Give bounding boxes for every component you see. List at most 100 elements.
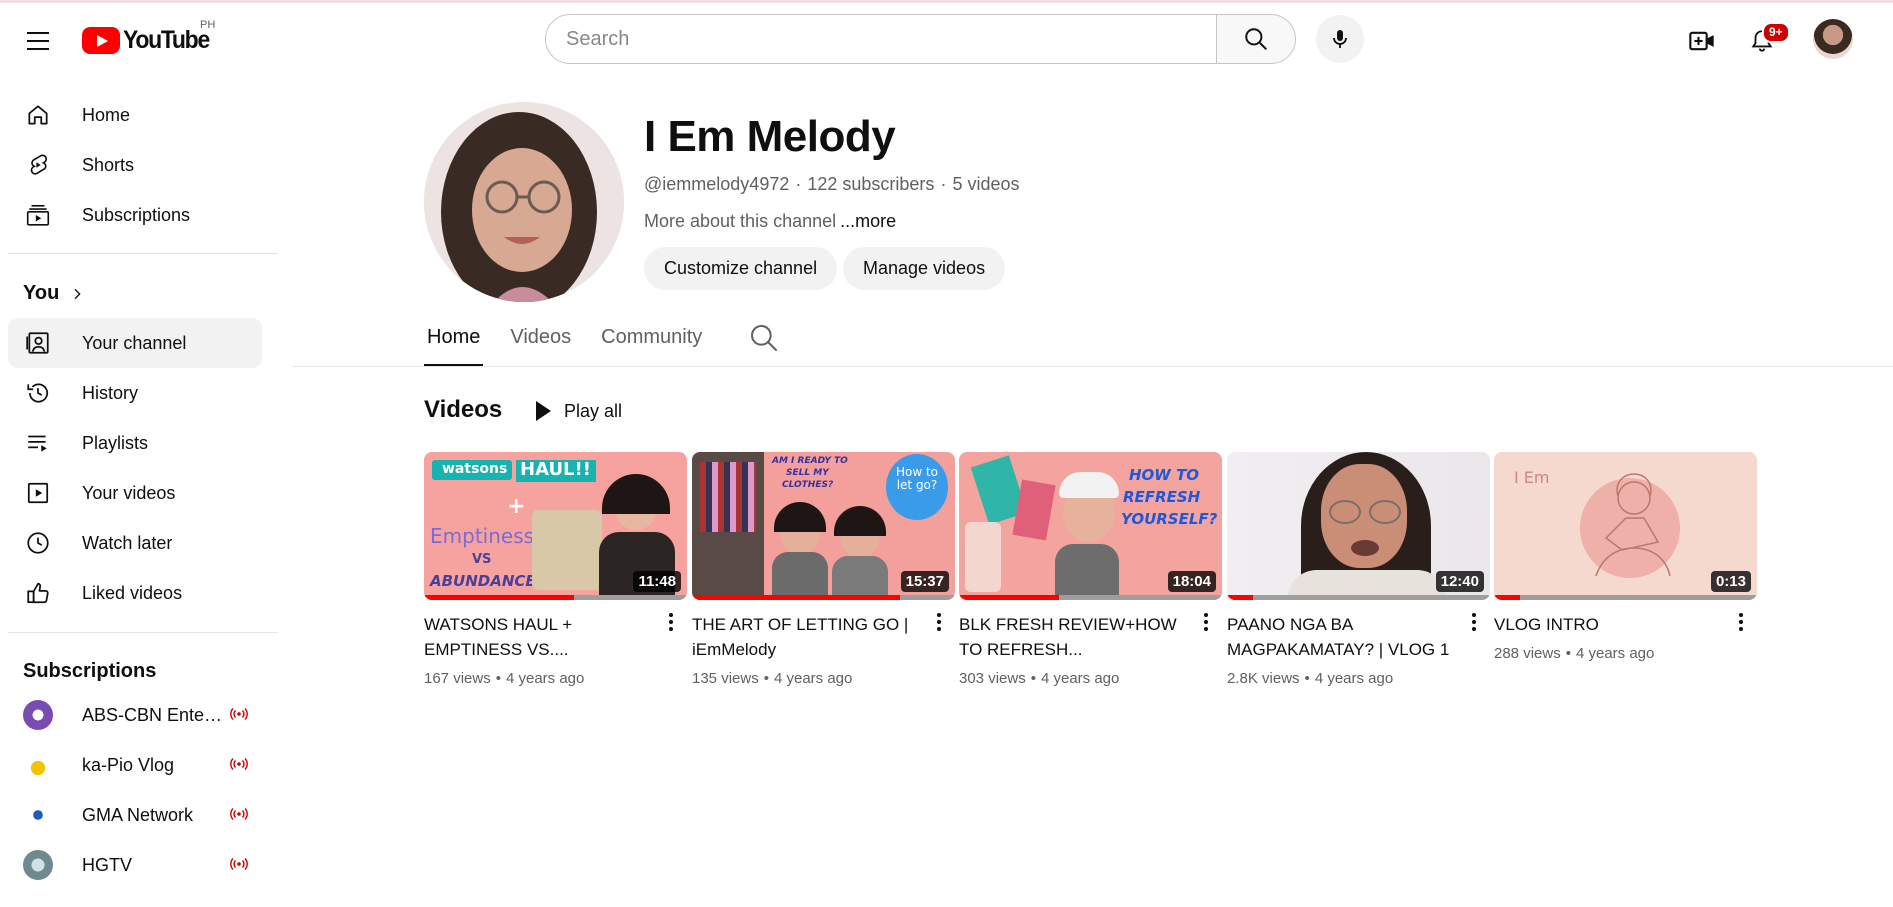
microphone-icon bbox=[1333, 30, 1347, 48]
sidebar-item-label: Playlists bbox=[82, 432, 149, 453]
thumb-text: HAUL!! bbox=[520, 459, 591, 480]
meta-separator: · bbox=[795, 174, 802, 194]
sidebar-item-label: GMA Network bbox=[82, 804, 194, 825]
thumb-plus: + bbox=[507, 494, 526, 519]
video-thumbnail[interactable]: 12:40 bbox=[1227, 452, 1490, 600]
watch-progress-bar bbox=[424, 595, 574, 600]
menu-icon[interactable] bbox=[18, 21, 58, 61]
playlists-icon bbox=[28, 435, 47, 452]
video-meta: 288 views • 4 years ago bbox=[1494, 645, 1757, 662]
thumb-text: HOW TO bbox=[1129, 466, 1200, 484]
sidebar-item-watch-later[interactable]: Watch later bbox=[8, 518, 262, 568]
search-icon bbox=[1245, 28, 1267, 50]
upload-age: 4 years ago bbox=[1314, 670, 1394, 687]
video-meta: 167 views • 4 years ago bbox=[424, 670, 687, 687]
video-card: AM I READY TO SELL MY CLOTHES? How to le… bbox=[692, 452, 955, 687]
watch-progress-bar bbox=[959, 595, 1059, 600]
sidebar-subscription-item[interactable]: HGTV bbox=[8, 840, 262, 890]
tab-community[interactable]: Community bbox=[598, 318, 705, 368]
more-link[interactable]: ...more bbox=[840, 211, 896, 231]
your-videos-icon bbox=[27, 482, 49, 504]
you-heading-label: You bbox=[23, 282, 60, 304]
sidebar-item-shorts[interactable]: Shorts bbox=[8, 140, 262, 190]
video-thumbnail[interactable]: I Em 0:13 bbox=[1494, 452, 1757, 600]
more-actions-icon[interactable] bbox=[659, 608, 683, 636]
video-card: watsons HAUL!! + Emptiness VS ABUNDANCE … bbox=[424, 452, 687, 687]
channel-handle: @iemmelody4972 bbox=[644, 174, 790, 194]
view-count: 167 views bbox=[424, 670, 491, 687]
sidebar-item-label: ABS-CBN Entertainment bbox=[82, 704, 228, 725]
account-avatar[interactable] bbox=[1813, 19, 1853, 59]
channel-avatar bbox=[23, 750, 53, 780]
live-indicator-icon bbox=[230, 708, 248, 720]
watch-progress-bar bbox=[1494, 595, 1521, 600]
channel-search-icon[interactable] bbox=[748, 322, 780, 354]
meta-dot: • bbox=[763, 670, 769, 687]
sidebar-item-home[interactable]: Home bbox=[8, 90, 262, 140]
tab-videos[interactable]: Videos bbox=[507, 318, 574, 368]
search-button[interactable] bbox=[1216, 14, 1296, 64]
create-button[interactable] bbox=[1680, 19, 1724, 63]
watch-progress-bar bbox=[692, 595, 900, 600]
sidebar-item-your-channel[interactable]: Your channel bbox=[8, 318, 262, 368]
video-thumbnail[interactable]: AM I READY TO SELL MY CLOTHES? How to le… bbox=[692, 452, 955, 600]
search-input[interactable] bbox=[566, 27, 1216, 51]
sidebar-item-label: Your videos bbox=[82, 482, 176, 503]
sidebar-you-heading[interactable]: You bbox=[23, 282, 85, 305]
video-duration: 12:40 bbox=[1435, 571, 1484, 592]
voice-search-button[interactable] bbox=[1316, 15, 1364, 63]
tab-home[interactable]: Home bbox=[424, 318, 484, 368]
youtube-play-icon bbox=[82, 26, 120, 54]
sidebar-item-liked-videos[interactable]: Liked videos bbox=[8, 568, 262, 618]
youtube-logo[interactable]: YouTube bbox=[82, 25, 216, 55]
chevron-right-icon bbox=[74, 288, 81, 299]
sidebar-subscription-item[interactable]: ABS-CBN Entertainment bbox=[8, 690, 262, 740]
play-all-label: Play all bbox=[564, 400, 623, 421]
sidebar-subscription-item[interactable]: ka-Pio Vlog bbox=[8, 740, 262, 790]
thumb-text: SELL MY bbox=[786, 468, 829, 478]
more-actions-icon[interactable] bbox=[927, 608, 951, 636]
sidebar-item-label: Subscriptions bbox=[82, 204, 191, 225]
play-icon bbox=[536, 401, 551, 421]
more-actions-icon[interactable] bbox=[1462, 608, 1486, 636]
liked-videos-icon bbox=[27, 582, 49, 604]
sidebar-item-history[interactable]: History bbox=[8, 368, 262, 418]
video-title[interactable]: THE ART OF LETTING GO | iEmMelody bbox=[692, 612, 924, 662]
meta-dot: • bbox=[1565, 645, 1571, 662]
notification-badge: 9+ bbox=[1762, 22, 1790, 43]
thumb-bubble-text: How to let go? bbox=[895, 465, 939, 492]
video-title[interactable]: BLK FRESH REVIEW+HOW TO REFRESH... bbox=[959, 612, 1191, 662]
sidebar-item-your-videos[interactable]: Your videos bbox=[8, 468, 262, 518]
channel-avatar-large[interactable] bbox=[424, 102, 624, 302]
sidebar-item-label: Your channel bbox=[82, 332, 187, 353]
search-box[interactable] bbox=[545, 14, 1217, 64]
sidebar-item-subscriptions[interactable]: Subscriptions bbox=[8, 190, 262, 240]
video-title[interactable]: VLOG INTRO bbox=[1494, 612, 1726, 637]
upload-age: 4 years ago bbox=[505, 670, 585, 687]
manage-videos-button[interactable]: Manage videos bbox=[843, 247, 1006, 290]
meta-dot: • bbox=[1304, 670, 1310, 687]
progress-track bbox=[1494, 595, 1757, 600]
play-all-button[interactable]: Play all bbox=[524, 393, 632, 429]
sidebar-item-label: HGTV bbox=[82, 854, 133, 875]
view-count: 288 views bbox=[1494, 645, 1561, 662]
upload-age: 4 years ago bbox=[1040, 670, 1120, 687]
live-indicator-icon bbox=[230, 808, 248, 820]
thumb-text: YOURSELF? bbox=[1121, 510, 1218, 528]
video-title[interactable]: WATSONS HAUL + EMPTINESS VS.... bbox=[424, 612, 656, 662]
live-indicator-icon bbox=[230, 858, 248, 870]
video-thumbnail[interactable]: watsons HAUL!! + Emptiness VS ABUNDANCE … bbox=[424, 452, 687, 600]
customize-channel-button[interactable]: Customize channel bbox=[644, 247, 838, 290]
more-actions-icon[interactable] bbox=[1194, 608, 1218, 636]
channel-about-link[interactable]: More about this channel ...more bbox=[644, 211, 896, 232]
sidebar-item-label: History bbox=[82, 382, 139, 403]
sidebar-item-playlists[interactable]: Playlists bbox=[8, 418, 262, 468]
video-title[interactable]: PAANO NGA BA MAGPAKAMATAY? | VLOG 1 bbox=[1227, 612, 1459, 662]
more-actions-icon[interactable] bbox=[1729, 608, 1753, 636]
channel-avatar bbox=[23, 850, 53, 880]
masthead: YouTube PH 9+ bbox=[0, 3, 1893, 73]
video-count: 5 videos bbox=[952, 174, 1020, 194]
notifications-button[interactable]: 9+ bbox=[1740, 19, 1790, 63]
sidebar-subscription-item[interactable]: GMA Network bbox=[8, 790, 262, 840]
video-thumbnail[interactable]: HOW TO REFRESH YOURSELF? 18:04 bbox=[959, 452, 1222, 600]
